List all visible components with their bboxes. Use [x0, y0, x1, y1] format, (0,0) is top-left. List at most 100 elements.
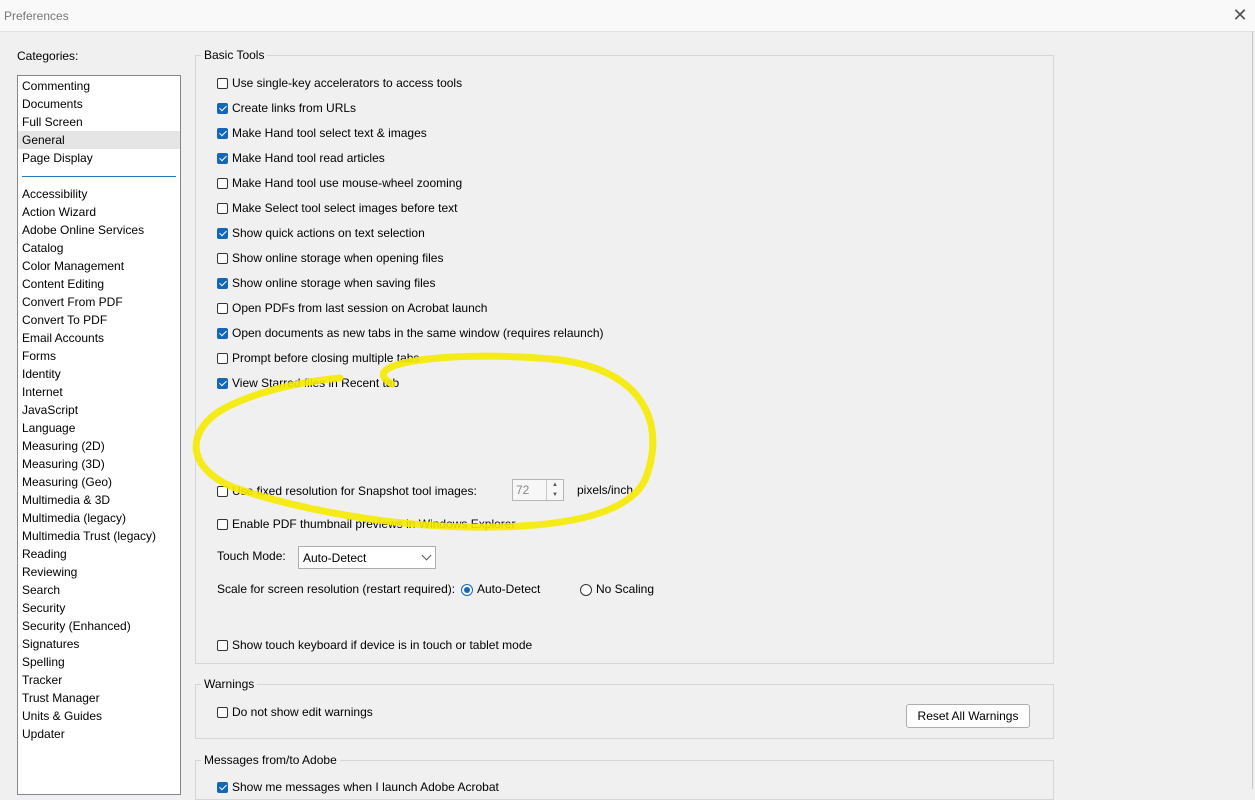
category-item[interactable]: Convert To PDF	[18, 311, 180, 329]
stepper-up-icon[interactable]: ▲	[547, 480, 563, 490]
category-item[interactable]: Security (Enhanced)	[18, 617, 180, 635]
touch-mode-dropdown[interactable]: Auto-Detect	[298, 546, 436, 569]
snapshot-resolution-option[interactable]: Use fixed resolution for Snapshot tool i…	[217, 482, 477, 500]
scale-auto-detect-label: Auto-Detect	[477, 582, 541, 596]
touch-mode-value: Auto-Detect	[303, 551, 367, 565]
reset-warnings-button[interactable]: Reset All Warnings	[906, 704, 1030, 728]
category-item[interactable]: Measuring (3D)	[18, 455, 180, 473]
category-item[interactable]: Updater	[18, 725, 180, 743]
category-item[interactable]: Multimedia & 3D	[18, 491, 180, 509]
scale-no-scaling-label: No Scaling	[596, 582, 655, 596]
category-item[interactable]: Commenting	[18, 77, 180, 95]
category-item[interactable]: Accessibility	[18, 185, 180, 203]
category-item[interactable]: Catalog	[18, 239, 180, 257]
category-item[interactable]: Color Management	[18, 257, 180, 275]
category-item[interactable]: Internet	[18, 383, 180, 401]
category-item[interactable]: Spelling	[18, 653, 180, 671]
stepper-buttons: ▲ ▼	[546, 480, 563, 500]
scale-auto-detect-radio[interactable]	[461, 584, 473, 596]
thumbnail-preview-option[interactable]: Enable PDF thumbnail previews in Windows…	[217, 515, 515, 533]
scale-resolution-label: Scale for screen resolution (restart req…	[217, 582, 456, 596]
option-checkbox[interactable]	[217, 102, 228, 114]
basic-tools-option[interactable]: View Starred files in Recent tab	[217, 374, 399, 392]
categories-label: Categories:	[17, 49, 79, 63]
option-checkbox[interactable]	[217, 77, 228, 89]
category-item[interactable]: Measuring (2D)	[18, 437, 180, 455]
category-item[interactable]: Adobe Online Services	[18, 221, 180, 239]
basic-tools-option[interactable]: Make Hand tool read articles	[217, 149, 385, 167]
option-checkbox[interactable]	[217, 252, 228, 264]
category-item[interactable]: Forms	[18, 347, 180, 365]
category-item[interactable]: Language	[18, 419, 180, 437]
category-item[interactable]: Email Accounts	[18, 329, 180, 347]
option-label: View Starred files in Recent tab	[232, 376, 400, 390]
category-item[interactable]: Measuring (Geo)	[18, 473, 180, 491]
basic-tools-option[interactable]: Show online storage when saving files	[217, 274, 435, 292]
option-checkbox[interactable]	[217, 352, 228, 364]
option-label: Open documents as new tabs in the same w…	[232, 326, 604, 340]
edit-warnings-checkbox[interactable]	[217, 706, 228, 718]
category-item[interactable]: Action Wizard	[18, 203, 180, 221]
category-item[interactable]: Reviewing	[18, 563, 180, 581]
category-item[interactable]: General	[18, 131, 180, 149]
category-item[interactable]: Signatures	[18, 635, 180, 653]
option-checkbox[interactable]	[217, 202, 228, 214]
option-label: Create links from URLs	[232, 101, 357, 115]
category-item[interactable]: Full Screen	[18, 113, 180, 131]
close-icon[interactable]: ✕	[1225, 0, 1255, 31]
messages-title: Messages from/to Adobe	[201, 753, 340, 767]
snapshot-resolution-checkbox[interactable]	[217, 485, 228, 497]
basic-tools-option[interactable]: Create links from URLs	[217, 99, 356, 117]
basic-tools-option[interactable]: Open documents as new tabs in the same w…	[217, 324, 604, 342]
edit-warnings-option[interactable]: Do not show edit warnings	[217, 703, 373, 721]
chevron-down-icon	[421, 550, 432, 561]
adobe-messages-option[interactable]: Show me messages when I launch Adobe Acr…	[217, 778, 499, 796]
basic-tools-title: Basic Tools	[201, 48, 268, 62]
option-checkbox[interactable]	[217, 152, 228, 164]
basic-tools-option[interactable]: Make Hand tool select text & images	[217, 124, 427, 142]
category-item[interactable]: Trust Manager	[18, 689, 180, 707]
scale-no-scaling-radio[interactable]	[580, 584, 592, 596]
edit-warnings-label: Do not show edit warnings	[232, 705, 373, 719]
option-label: Make Hand tool read articles	[232, 151, 385, 165]
snapshot-resolution-stepper[interactable]: 72 ▲ ▼	[512, 479, 564, 501]
basic-tools-option[interactable]: Show quick actions on text selection	[217, 224, 425, 242]
category-item[interactable]: Units & Guides	[18, 707, 180, 725]
basic-tools-option[interactable]: Prompt before closing multiple tabs	[217, 349, 419, 367]
category-item[interactable]: Documents	[18, 95, 180, 113]
basic-tools-option[interactable]: Make Select tool select images before te…	[217, 199, 457, 217]
category-item[interactable]: Security	[18, 599, 180, 617]
category-item[interactable]: Content Editing	[18, 275, 180, 293]
category-item[interactable]: Page Display	[18, 149, 180, 167]
touch-keyboard-option[interactable]: Show touch keyboard if device is in touc…	[217, 636, 532, 654]
categories-list[interactable]: Commenting Documents Full Screen General Pag…	[17, 75, 181, 795]
basic-tools-option[interactable]: Show online storage when opening files	[217, 249, 443, 267]
pixels-per-inch-label: pixels/inch	[577, 483, 634, 497]
option-checkbox[interactable]	[217, 302, 228, 314]
option-checkbox[interactable]	[217, 227, 228, 239]
category-item[interactable]: Search	[18, 581, 180, 599]
category-item[interactable]: Convert From PDF	[18, 293, 180, 311]
thumbnail-preview-checkbox[interactable]	[217, 518, 228, 530]
option-checkbox[interactable]	[217, 177, 228, 189]
adobe-messages-checkbox[interactable]	[217, 781, 228, 793]
option-checkbox[interactable]	[217, 377, 228, 389]
touch-keyboard-label: Show touch keyboard if device is in touc…	[232, 638, 533, 652]
category-item[interactable]: JavaScript	[18, 401, 180, 419]
basic-tools-option[interactable]: Use single-key accelerators to access to…	[217, 74, 462, 92]
option-checkbox[interactable]	[217, 327, 228, 339]
category-item[interactable]: Reading	[18, 545, 180, 563]
option-label: Prompt before closing multiple tabs	[232, 351, 420, 365]
category-item[interactable]: Multimedia (legacy)	[18, 509, 180, 527]
option-label: Make Hand tool use mouse-wheel zooming	[232, 176, 463, 190]
category-item[interactable]: Tracker	[18, 671, 180, 689]
basic-tools-option[interactable]: Make Hand tool use mouse-wheel zooming	[217, 174, 462, 192]
stepper-down-icon[interactable]: ▼	[547, 490, 563, 500]
category-item[interactable]: Multimedia Trust (legacy)	[18, 527, 180, 545]
category-item[interactable]: Identity	[18, 365, 180, 383]
touch-keyboard-checkbox[interactable]	[217, 639, 228, 651]
window-title: Preferences	[4, 9, 69, 23]
option-checkbox[interactable]	[217, 277, 228, 289]
basic-tools-option[interactable]: Open PDFs from last session on Acrobat l…	[217, 299, 487, 317]
option-checkbox[interactable]	[217, 127, 228, 139]
